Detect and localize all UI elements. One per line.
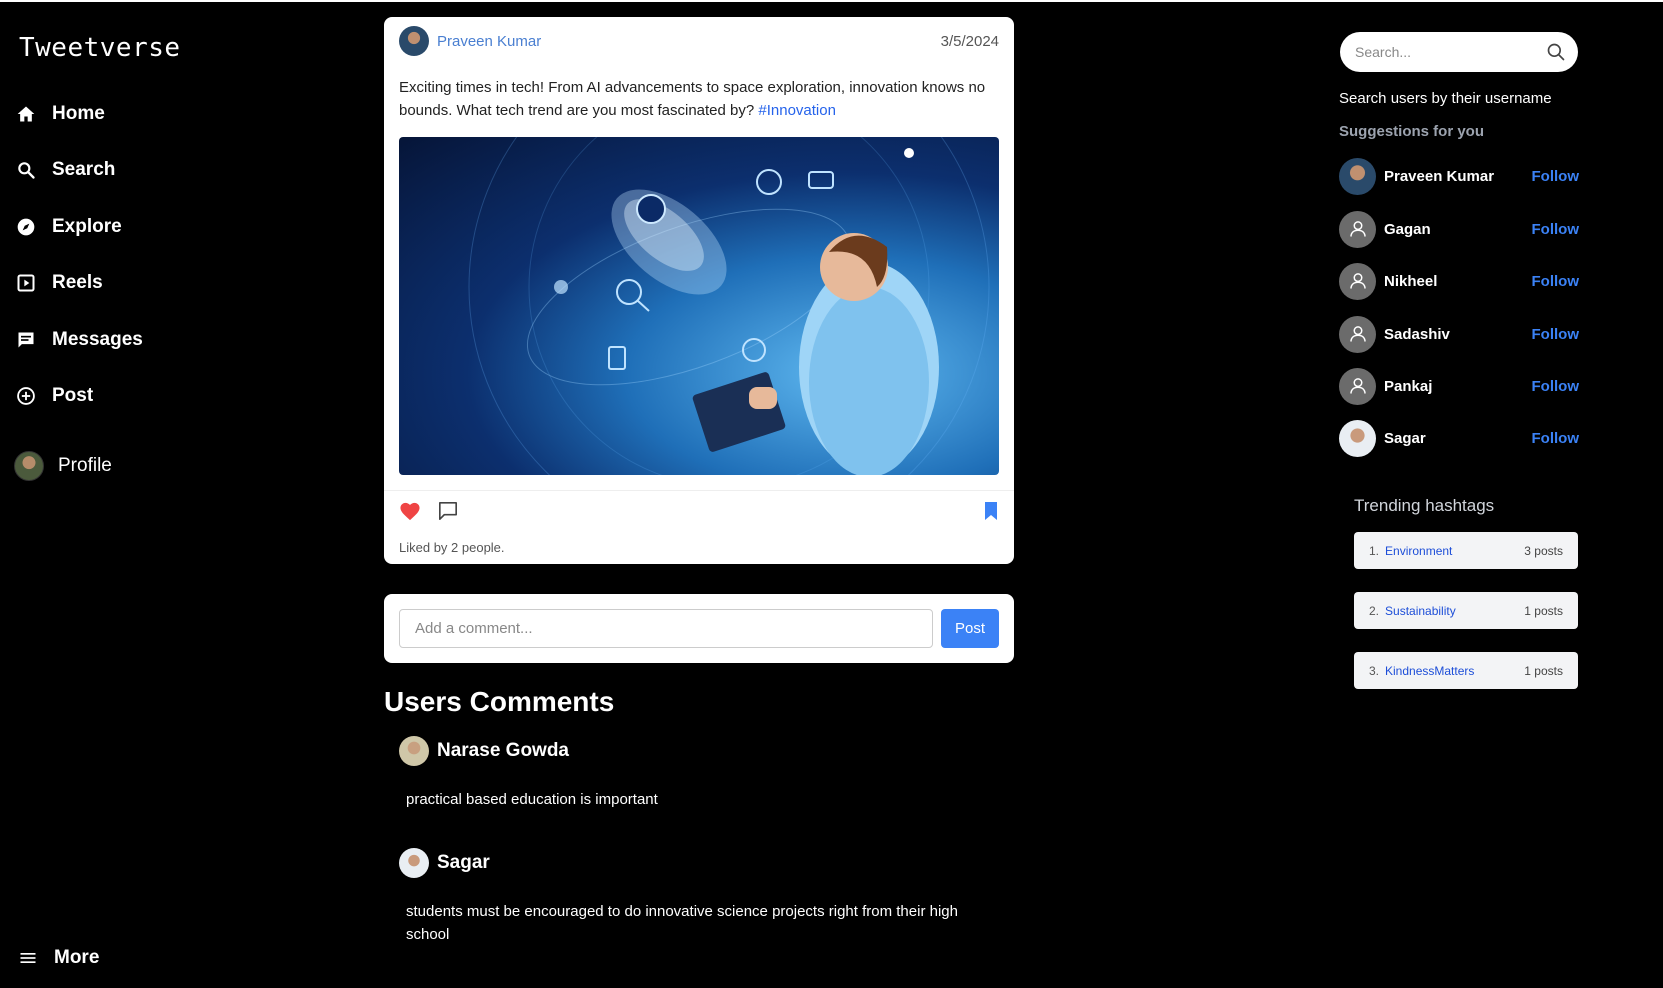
comment-item: Sagar students must be encouraged to do …	[399, 848, 999, 946]
post-card: Praveen Kumar 3/5/2024 Exciting times in…	[384, 17, 1014, 564]
nav-item-profile[interactable]: Profile	[14, 446, 112, 486]
hashtag-link[interactable]: #Innovation	[758, 102, 836, 119]
nav-item-explore[interactable]: Explore	[14, 207, 122, 247]
suggestion-name[interactable]: Sagar	[1384, 430, 1426, 447]
nav-label: Home	[52, 103, 105, 124]
follow-button[interactable]: Follow	[1532, 168, 1580, 185]
nav-item-search[interactable]: Search	[14, 150, 115, 190]
trending-tag[interactable]: Environment	[1385, 544, 1452, 558]
post-text: Exciting times in tech! From AI advancem…	[399, 76, 999, 122]
nav-label: Search	[52, 159, 116, 180]
comment-author[interactable]: Sagar	[437, 852, 490, 874]
trending-item[interactable]: 1. Environment 3 posts	[1354, 532, 1578, 569]
follow-button[interactable]: Follow	[1532, 378, 1580, 395]
post-header: Praveen Kumar 3/5/2024	[399, 26, 999, 56]
search-hint: Search users by their username	[1339, 90, 1552, 107]
comment-text: practical based education is important	[406, 791, 658, 808]
play-square-icon	[14, 271, 38, 295]
suggestion-name[interactable]: Sadashiv	[1384, 326, 1450, 343]
likes-count: Liked by 2 people.	[399, 540, 505, 555]
post-divider	[384, 490, 1014, 491]
comment-form: Post	[384, 594, 1014, 663]
trending-heading: Trending hashtags	[1354, 496, 1495, 515]
compass-icon	[14, 215, 38, 239]
suggestion-item: Gagan Follow	[1339, 210, 1579, 248]
avatar[interactable]	[399, 736, 429, 766]
comment-input[interactable]	[399, 609, 933, 648]
nav-label: Reels	[52, 272, 103, 293]
follow-button[interactable]: Follow	[1532, 221, 1580, 238]
avatar[interactable]	[399, 26, 429, 56]
suggestions-heading: Suggestions for you	[1339, 123, 1485, 140]
post-author-link[interactable]: Praveen Kumar	[437, 33, 541, 50]
app-logo[interactable]: Tweetverse	[19, 33, 181, 63]
suggestion-name[interactable]: Nikheel	[1384, 273, 1437, 290]
trending-rank: 1.	[1369, 543, 1380, 558]
default-user-icon[interactable]	[1339, 262, 1376, 300]
avatar[interactable]	[1339, 419, 1376, 457]
avatar[interactable]	[399, 848, 429, 878]
trending-item[interactable]: 3. KindnessMatters 1 posts	[1354, 652, 1578, 689]
suggestion-item: Sagar Follow	[1339, 419, 1579, 457]
nav-item-reels[interactable]: Reels	[14, 263, 103, 303]
suggestion-item: Nikheel Follow	[1339, 262, 1579, 300]
default-user-icon[interactable]	[1339, 315, 1376, 353]
suggestion-name[interactable]: Pankaj	[1384, 378, 1432, 395]
suggestion-item: Pankaj Follow	[1339, 367, 1579, 405]
user-search	[1340, 32, 1578, 72]
suggestion-item: Praveen Kumar Follow	[1339, 157, 1579, 195]
nav-label: Messages	[52, 329, 143, 350]
comments-heading: Users Comments	[384, 686, 615, 717]
post-image-illustration	[468, 137, 990, 475]
comment-text: students must be encouraged to do innova…	[406, 903, 958, 943]
suggestion-item: Sadashiv Follow	[1339, 315, 1579, 353]
post-date: 3/5/2024	[940, 32, 999, 50]
suggestion-name[interactable]: Praveen Kumar	[1384, 168, 1494, 185]
home-icon	[14, 102, 38, 126]
search-icon	[14, 158, 38, 182]
nav-label: Profile	[58, 455, 112, 476]
trending-rank: 2.	[1369, 603, 1380, 618]
like-heart-icon[interactable]	[399, 501, 421, 526]
comment-user: Narase Gowda	[399, 736, 999, 766]
sidebar: Tweetverse Home Search Explore Reels Mes…	[0, 0, 340, 988]
trending-count: 1 posts	[1524, 663, 1563, 678]
nav-item-messages[interactable]: Messages	[14, 320, 143, 360]
post-comment-button[interactable]: Post	[941, 609, 999, 648]
comment-icon[interactable]	[437, 501, 459, 526]
default-user-icon[interactable]	[1339, 210, 1376, 248]
nav-label: Explore	[52, 216, 122, 237]
search-input[interactable]	[1355, 32, 1535, 72]
follow-button[interactable]: Follow	[1532, 326, 1580, 343]
search-icon[interactable]	[1546, 42, 1566, 67]
avatar	[14, 451, 44, 481]
nav-item-home[interactable]: Home	[14, 94, 105, 134]
default-user-icon[interactable]	[1339, 367, 1376, 405]
trending-tag[interactable]: KindnessMatters	[1385, 664, 1474, 678]
trending-tag[interactable]: Sustainability	[1385, 604, 1456, 618]
nav-label: More	[54, 947, 100, 968]
suggestion-name[interactable]: Gagan	[1384, 221, 1431, 238]
nav-item-post[interactable]: Post	[14, 376, 93, 416]
bookmark-icon[interactable]	[983, 501, 999, 526]
trending-rank: 3.	[1369, 663, 1380, 678]
trending-item[interactable]: 2. Sustainability 1 posts	[1354, 592, 1578, 629]
comment-user: Sagar	[399, 848, 999, 878]
nav-label: Post	[52, 385, 94, 406]
post-actions	[399, 497, 999, 529]
post-body: Exciting times in tech! From AI advancem…	[399, 79, 986, 119]
trending-count: 3 posts	[1524, 543, 1563, 558]
nav-item-more[interactable]: More	[16, 938, 99, 978]
follow-button[interactable]: Follow	[1532, 430, 1580, 447]
trending-count: 1 posts	[1524, 603, 1563, 618]
menu-icon	[16, 946, 40, 970]
follow-button[interactable]: Follow	[1532, 273, 1580, 290]
post-image	[399, 137, 999, 475]
message-icon	[14, 328, 38, 352]
comment-author[interactable]: Narase Gowda	[437, 740, 569, 762]
plus-circle-icon	[14, 384, 38, 408]
avatar[interactable]	[1339, 157, 1376, 195]
comment-item: Narase Gowda practical based education i…	[399, 736, 999, 811]
